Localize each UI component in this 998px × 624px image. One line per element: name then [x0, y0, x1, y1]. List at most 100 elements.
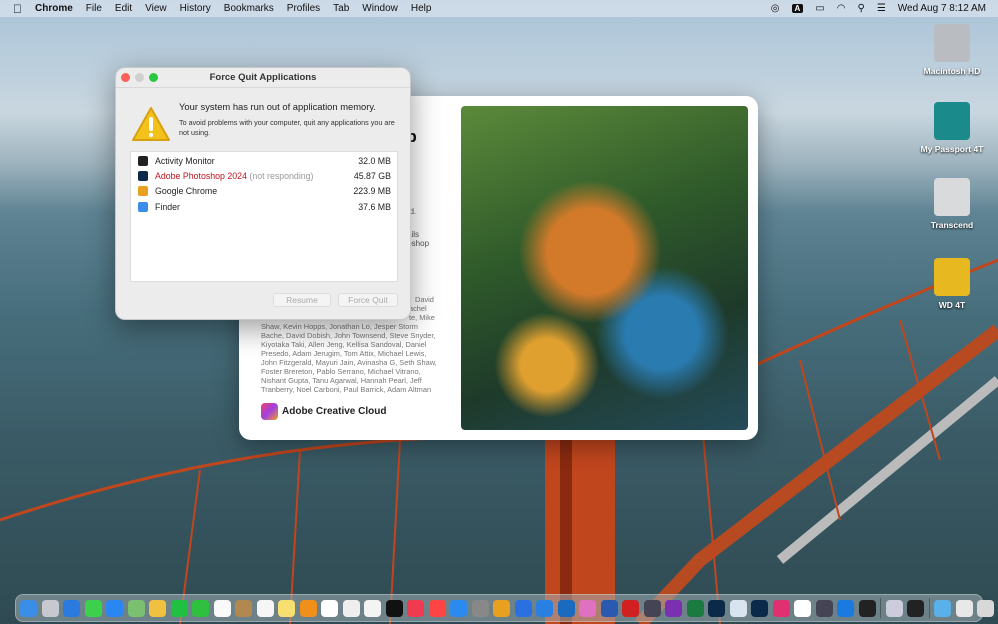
dock-notion-icon[interactable] [321, 599, 338, 617]
menu-history[interactable]: History [180, 3, 211, 14]
desktop-drive-2[interactable]: Transcend [912, 178, 992, 230]
dock-wechat-icon[interactable] [170, 599, 188, 617]
menu-app-name[interactable]: Chrome [35, 3, 73, 14]
app-list-row[interactable]: Google Chrome 223.9 MB [131, 184, 397, 199]
dock-downloads-icon[interactable] [934, 599, 951, 617]
app-list-row[interactable]: Adobe Photoshop 2024 (not responding) 45.… [131, 168, 397, 183]
dialog-title: Force Quit Applications [209, 72, 317, 83]
dock-screenshots-icon[interactable] [955, 599, 973, 617]
dock-facetime-icon[interactable] [192, 599, 209, 617]
dock-todo-icon[interactable] [514, 599, 532, 617]
app-memory: 45.87 GB [353, 170, 391, 181]
dock-contacts-icon[interactable] [235, 599, 252, 617]
dock-freeform-icon[interactable] [364, 599, 381, 617]
clock[interactable]: Wed Aug 7 8:12 AM [898, 3, 986, 14]
dock-reminders-icon[interactable] [256, 599, 274, 617]
dock-word-icon[interactable] [600, 599, 618, 617]
menu-view[interactable]: View [145, 3, 167, 14]
desktop-drive-1[interactable]: My Passport 4T [912, 102, 992, 154]
dock-trash-icon[interactable] [977, 599, 994, 617]
dock-finder-icon[interactable] [20, 599, 37, 617]
menu-file[interactable]: File [86, 3, 102, 14]
creative-cloud-brand: Adobe Creative Cloud [261, 403, 386, 420]
dock-photos-icon[interactable] [149, 599, 166, 617]
desktop-drive-3[interactable]: WD 4T [912, 258, 992, 310]
dock-copilot-icon[interactable] [579, 599, 596, 617]
credits-list: Shaw, Kevin Hopps, Jonathan Lo, Jesper S… [261, 322, 437, 394]
brand-name: Adobe Creative Cloud [282, 406, 387, 417]
creative-cloud-status-icon[interactable]: ◎ [771, 3, 780, 14]
app-list-row[interactable]: Activity Monitor 32.0 MB [131, 153, 397, 168]
dialog-message: Your system has run out of application m… [179, 101, 376, 112]
battery-icon[interactable]: ▭ [815, 3, 824, 14]
chrome-icon [138, 186, 148, 197]
dock-excel-icon[interactable] [686, 599, 704, 617]
dock-apple-tv-icon[interactable] [385, 599, 403, 617]
splash-artwork-image [461, 106, 748, 430]
zoom-button[interactable] [149, 73, 158, 82]
menu-profiles[interactable]: Profiles [287, 3, 320, 14]
dock-onenote-icon[interactable] [665, 599, 682, 617]
photoshop-icon [138, 170, 148, 181]
spotlight-search-icon[interactable]: ⚲ [857, 3, 864, 14]
drive-label: Macintosh HD [923, 66, 981, 76]
dock-onedrive-icon[interactable] [536, 599, 553, 617]
dock-terminal-icon[interactable] [858, 599, 876, 617]
dock [15, 594, 994, 622]
dock-davinci-icon[interactable] [643, 599, 661, 617]
dock-photoshop-icon[interactable] [708, 599, 725, 617]
dock-maps-icon[interactable] [127, 599, 145, 617]
menu-edit[interactable]: Edit [115, 3, 132, 14]
activity-monitor-icon [138, 155, 148, 166]
dock-calendar-icon[interactable] [213, 599, 231, 617]
dock-notes-icon[interactable] [278, 599, 295, 617]
dock-pdf-expert-icon[interactable] [622, 599, 639, 617]
control-center-icon[interactable]: ☰ [877, 3, 886, 14]
dock-quicktime-icon[interactable] [815, 599, 833, 617]
dock-creative-cloud-icon[interactable] [772, 599, 790, 617]
resume-button[interactable]: Resume [273, 293, 331, 307]
credits-fragment: David [415, 295, 434, 304]
app-memory: 223.9 MB [353, 186, 391, 197]
credits-fragment: te, Mike [409, 313, 435, 322]
dialog-detail: To avoid problems with your computer, qu… [179, 118, 395, 137]
dock-safari-icon[interactable] [63, 599, 80, 617]
dock-outlook-icon[interactable] [557, 599, 575, 617]
close-button[interactable] [121, 73, 130, 82]
force-quit-button[interactable]: Force Quit [338, 293, 398, 307]
dock-music-icon[interactable] [407, 599, 424, 617]
credits-fragment: achel [409, 304, 427, 313]
app-list-row[interactable]: Finder 37.6 MB [131, 199, 397, 214]
dock-textedit-icon[interactable] [342, 599, 360, 617]
dock-preview-icon[interactable] [885, 599, 903, 617]
desktop-drive-0[interactable]: Macintosh HD [912, 24, 992, 76]
app-name: Activity Monitor [155, 155, 215, 166]
minimize-button[interactable] [135, 73, 144, 82]
menu-help[interactable]: Help [411, 3, 432, 14]
dock-app-store-icon[interactable] [450, 599, 467, 617]
dock-messages-icon[interactable] [84, 599, 102, 617]
drive-icon [934, 24, 970, 62]
drive-label: WD 4T [938, 300, 966, 310]
app-list[interactable]: Activity Monitor 32.0 MB Adobe Photoshop … [130, 151, 398, 282]
dock-edge-icon[interactable] [837, 599, 854, 617]
dock-news-icon[interactable] [428, 599, 446, 617]
menu-tab[interactable]: Tab [333, 3, 349, 14]
dock-activity-monitor-icon[interactable] [907, 599, 924, 617]
app-name: Adobe Photoshop 2024 [155, 170, 247, 181]
dock-launchpad-icon[interactable] [41, 599, 59, 617]
app-name: Finder [155, 201, 180, 212]
input-source-indicator[interactable]: A [791, 4, 804, 13]
apple-menu-icon[interactable]:  [13, 2, 22, 16]
dock-lightroom-classic-icon[interactable] [751, 599, 768, 617]
dock-chrome-icon[interactable] [493, 599, 510, 617]
dock-photoshop-beta-icon[interactable] [729, 599, 747, 617]
menu-bookmarks[interactable]: Bookmarks [224, 3, 274, 14]
menu-window[interactable]: Window [362, 3, 398, 14]
wifi-icon[interactable]: ◠ [837, 3, 846, 14]
dock-system-settings-icon[interactable] [471, 599, 489, 617]
dock-mail-icon[interactable] [106, 599, 123, 617]
dock-capcut-icon[interactable] [794, 599, 811, 617]
dock-pages-icon[interactable] [299, 599, 317, 617]
drive-label: My Passport 4T [920, 144, 984, 154]
